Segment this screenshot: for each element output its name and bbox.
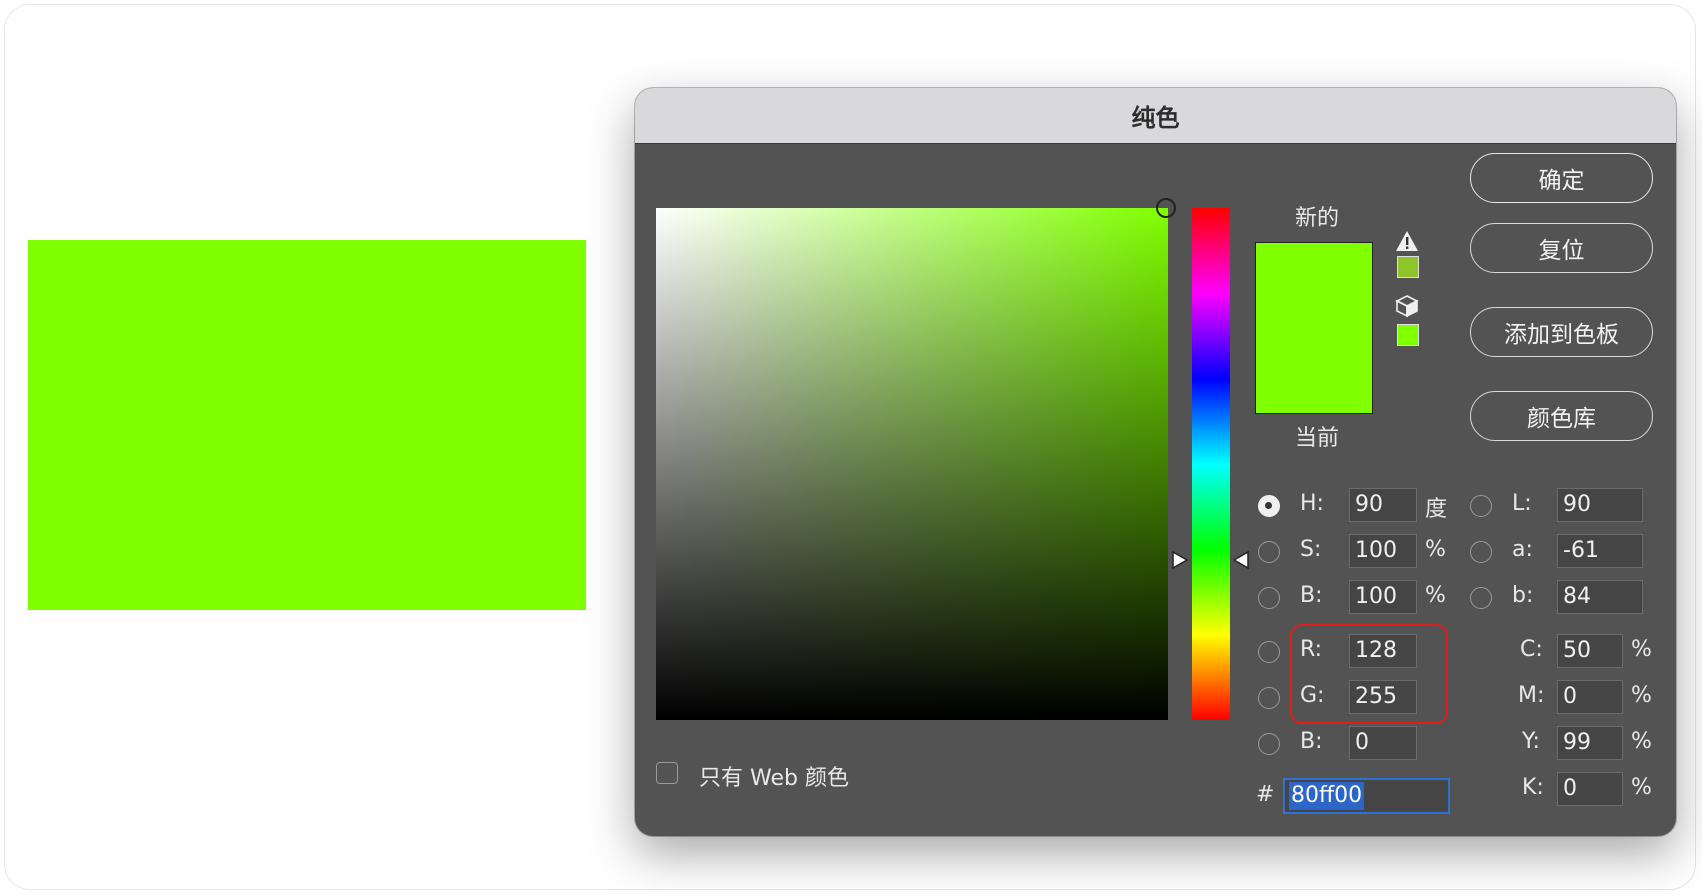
radio-a[interactable] bbox=[1470, 541, 1492, 563]
input-l[interactable]: 90 bbox=[1557, 488, 1643, 522]
add-to-swatches-button[interactable]: 添加到色板 bbox=[1470, 307, 1653, 357]
unit-k: % bbox=[1631, 775, 1652, 800]
input-a[interactable]: -61 bbox=[1557, 534, 1643, 568]
rg-highlight-box bbox=[1290, 624, 1448, 724]
input-m[interactable]: 0 bbox=[1557, 680, 1623, 714]
radio-blue[interactable] bbox=[1258, 733, 1280, 755]
hex-value: 80ff00 bbox=[1289, 782, 1365, 810]
cube-icon[interactable] bbox=[1395, 294, 1419, 318]
web-colors-only-label: 只有 Web 颜色 bbox=[699, 766, 849, 791]
dialog-title: 纯色 bbox=[635, 88, 1676, 144]
hex-label: # bbox=[1256, 782, 1275, 807]
input-h[interactable]: 90 bbox=[1349, 488, 1417, 522]
radio-l[interactable] bbox=[1470, 495, 1492, 517]
gamut-warning-swatch[interactable] bbox=[1397, 256, 1419, 278]
current-color-label: 当前 bbox=[1295, 426, 1340, 451]
label-c: C: bbox=[1520, 637, 1543, 662]
label-blue: B: bbox=[1300, 729, 1323, 754]
input-k[interactable]: 0 bbox=[1557, 772, 1623, 806]
ok-button[interactable]: 确定 bbox=[1470, 153, 1653, 203]
radio-brightness[interactable] bbox=[1258, 587, 1280, 609]
unit-s: % bbox=[1425, 537, 1446, 562]
hue-slider-left-arrow-icon[interactable] bbox=[1172, 551, 1188, 569]
radio-h[interactable] bbox=[1258, 495, 1280, 517]
current-color-swatch[interactable] bbox=[1255, 328, 1373, 414]
label-k: K: bbox=[1522, 775, 1544, 800]
color-preview-rectangle bbox=[28, 240, 586, 610]
radio-s[interactable] bbox=[1258, 541, 1280, 563]
unit-c: % bbox=[1631, 637, 1652, 662]
unit-m: % bbox=[1631, 683, 1652, 708]
radio-r[interactable] bbox=[1258, 641, 1280, 663]
warning-triangle-icon[interactable] bbox=[1395, 230, 1419, 252]
web-colors-only-checkbox[interactable] bbox=[656, 762, 678, 784]
hue-slider-right-arrow-icon[interactable] bbox=[1233, 551, 1249, 569]
label-m: M: bbox=[1518, 683, 1545, 708]
input-y[interactable]: 99 bbox=[1557, 726, 1623, 760]
label-h: H: bbox=[1300, 491, 1324, 516]
reset-button[interactable]: 复位 bbox=[1470, 223, 1653, 273]
label-a: a: bbox=[1512, 537, 1533, 562]
hex-input[interactable]: 80ff00 bbox=[1283, 778, 1450, 814]
input-c[interactable]: 50 bbox=[1557, 634, 1623, 668]
radio-b-lab[interactable] bbox=[1470, 587, 1492, 609]
input-s[interactable]: 100 bbox=[1349, 534, 1417, 568]
color-picker-dialog: 纯色 新的 当前 确定 复位 添加到色板 颜色库 H: 90 度 S: 100 … bbox=[635, 88, 1676, 836]
label-s: S: bbox=[1300, 537, 1322, 562]
input-b-lab[interactable]: 84 bbox=[1557, 580, 1643, 614]
label-brightness: B: bbox=[1300, 583, 1323, 608]
label-y: Y: bbox=[1522, 729, 1540, 754]
input-brightness[interactable]: 100 bbox=[1349, 580, 1417, 614]
unit-h: 度 bbox=[1425, 497, 1448, 522]
field-cursor[interactable] bbox=[1156, 198, 1176, 218]
unit-y: % bbox=[1631, 729, 1652, 754]
label-l: L: bbox=[1512, 491, 1532, 516]
unit-brightness: % bbox=[1425, 583, 1446, 608]
saturation-brightness-field[interactable] bbox=[656, 198, 1176, 720]
web-safe-swatch[interactable] bbox=[1397, 324, 1419, 346]
input-blue[interactable]: 0 bbox=[1349, 726, 1417, 760]
new-color-label: 新的 bbox=[1295, 206, 1340, 231]
new-color-swatch bbox=[1255, 242, 1373, 328]
radio-g[interactable] bbox=[1258, 687, 1280, 709]
hue-slider[interactable] bbox=[1192, 208, 1230, 720]
label-b-lab: b: bbox=[1512, 583, 1534, 608]
color-libraries-button[interactable]: 颜色库 bbox=[1470, 391, 1653, 441]
